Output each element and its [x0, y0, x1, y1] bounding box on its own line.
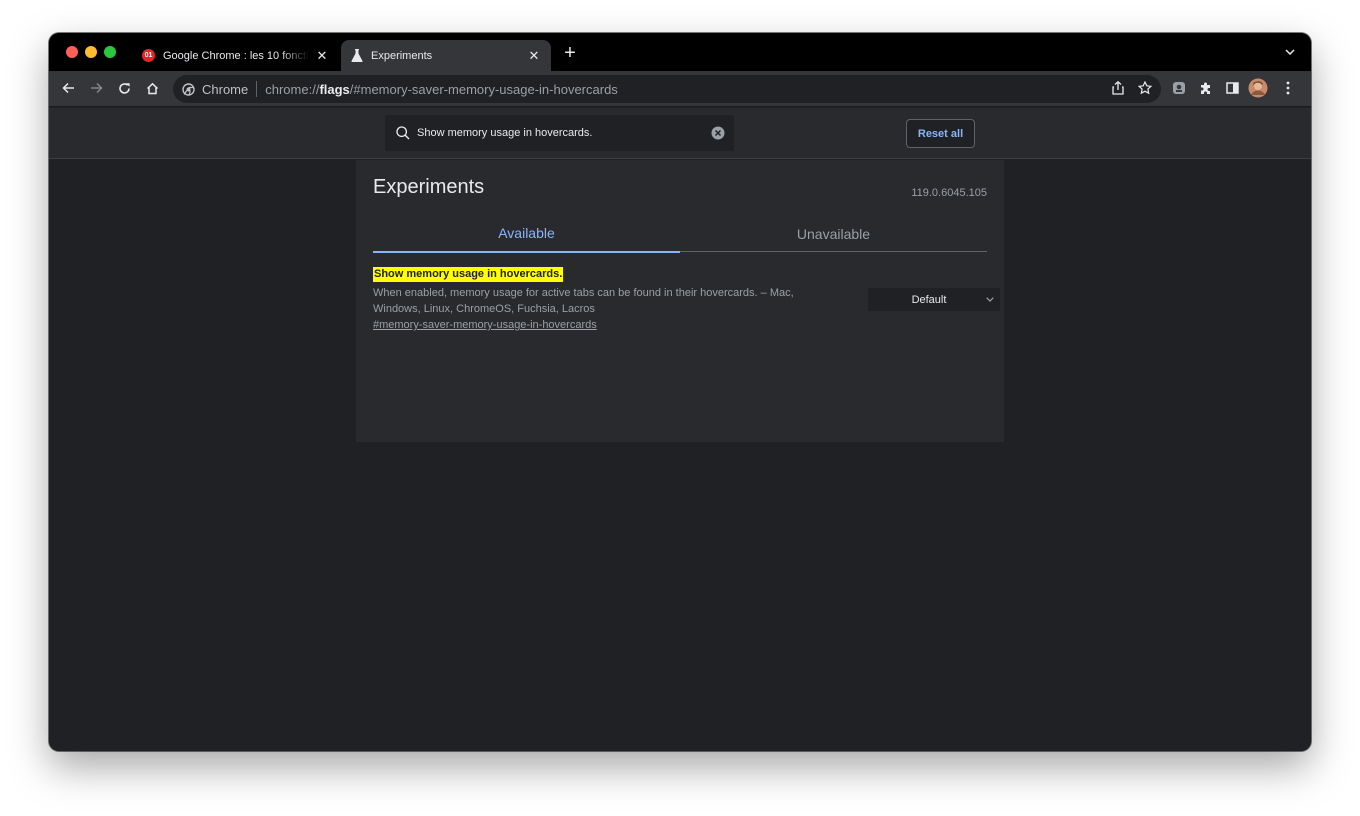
- back-button[interactable]: [57, 77, 79, 99]
- 01-news-icon: 01: [142, 49, 155, 62]
- flag-description: When enabled, memory usage for active ta…: [373, 287, 794, 315]
- flask-icon: [350, 49, 363, 62]
- tab-close-icon[interactable]: ✕: [313, 47, 331, 65]
- flag-name: Show memory usage in hovercards.: [373, 267, 564, 282]
- tab-strip: 01 Google Chrome : les 10 fonctionnalité…: [49, 33, 1311, 71]
- clear-search-icon[interactable]: [710, 125, 726, 141]
- page-title: Experiments: [373, 176, 485, 198]
- chevron-down-icon: [980, 297, 1000, 302]
- tab-close-icon[interactable]: ✕: [525, 47, 543, 65]
- reset-all-button[interactable]: Reset all: [906, 119, 975, 148]
- flag-state-select[interactable]: Default: [868, 288, 1000, 311]
- flags-page: Show memory usage in hovercards. Reset a…: [49, 108, 1311, 751]
- tab-title: Google Chrome : les 10 fonctionnalités: [163, 49, 309, 62]
- flag-item: Show memory usage in hovercards. When en…: [373, 264, 1000, 331]
- chrome-logo-icon: [182, 82, 195, 96]
- extensions-puzzle-icon[interactable]: [1195, 77, 1217, 99]
- tab-unavailable[interactable]: Unavailable: [680, 215, 987, 252]
- browser-toolbar: Chrome chrome://flags/#memory-saver-memo…: [49, 71, 1311, 107]
- experiments-panel: Experiments 119.0.6045.105 Available Una…: [356, 160, 1004, 442]
- search-input[interactable]: Show memory usage in hovercards.: [417, 127, 710, 139]
- tab-experiments[interactable]: Experiments ✕: [341, 40, 551, 71]
- omnibox-separator: [256, 81, 258, 97]
- forward-button[interactable]: [85, 77, 107, 99]
- flag-permalink[interactable]: #memory-saver-memory-usage-in-hovercards: [373, 319, 987, 331]
- menu-kebab-icon[interactable]: [1277, 77, 1299, 99]
- new-tab-button[interactable]: +: [560, 43, 580, 64]
- tab-title: Experiments: [371, 49, 433, 62]
- version-label: 119.0.6045.105: [911, 187, 987, 199]
- url-path: /#memory-saver-memory-usage-in-hovercard…: [349, 81, 618, 97]
- flags-tabs: Available Unavailable: [373, 215, 987, 253]
- flags-header: Show memory usage in hovercards. Reset a…: [49, 108, 1311, 159]
- tab-available[interactable]: Available: [373, 215, 680, 253]
- browser-window: 01 Google Chrome : les 10 fonctionnalité…: [49, 33, 1311, 751]
- window-minimize-button[interactable]: [85, 46, 97, 58]
- omnibox-chip-label: Chrome: [202, 81, 249, 97]
- window-close-button[interactable]: [66, 46, 78, 58]
- url-host: flags: [319, 81, 350, 97]
- home-button[interactable]: [141, 77, 163, 99]
- address-bar[interactable]: Chrome chrome://flags/#memory-saver-memo…: [173, 75, 1161, 103]
- url-prefix: chrome://: [265, 81, 320, 97]
- side-panel-icon[interactable]: [1221, 77, 1243, 99]
- flag-state-value: Default: [911, 293, 947, 306]
- tab-google-chrome-article[interactable]: 01 Google Chrome : les 10 fonctionnalité…: [133, 40, 339, 71]
- tab-search-chevron-icon[interactable]: [1283, 45, 1297, 59]
- search-icon: [396, 126, 410, 140]
- omnibox-url[interactable]: chrome://flags/#memory-saver-memory-usag…: [265, 82, 618, 97]
- share-icon[interactable]: [1107, 77, 1129, 99]
- bookmark-star-icon[interactable]: [1134, 77, 1156, 99]
- reload-button[interactable]: [113, 77, 135, 99]
- window-zoom-button[interactable]: [104, 46, 116, 58]
- flags-search-box[interactable]: Show memory usage in hovercards.: [385, 115, 734, 151]
- extension-icon[interactable]: [1168, 77, 1190, 99]
- profile-avatar[interactable]: [1247, 77, 1269, 99]
